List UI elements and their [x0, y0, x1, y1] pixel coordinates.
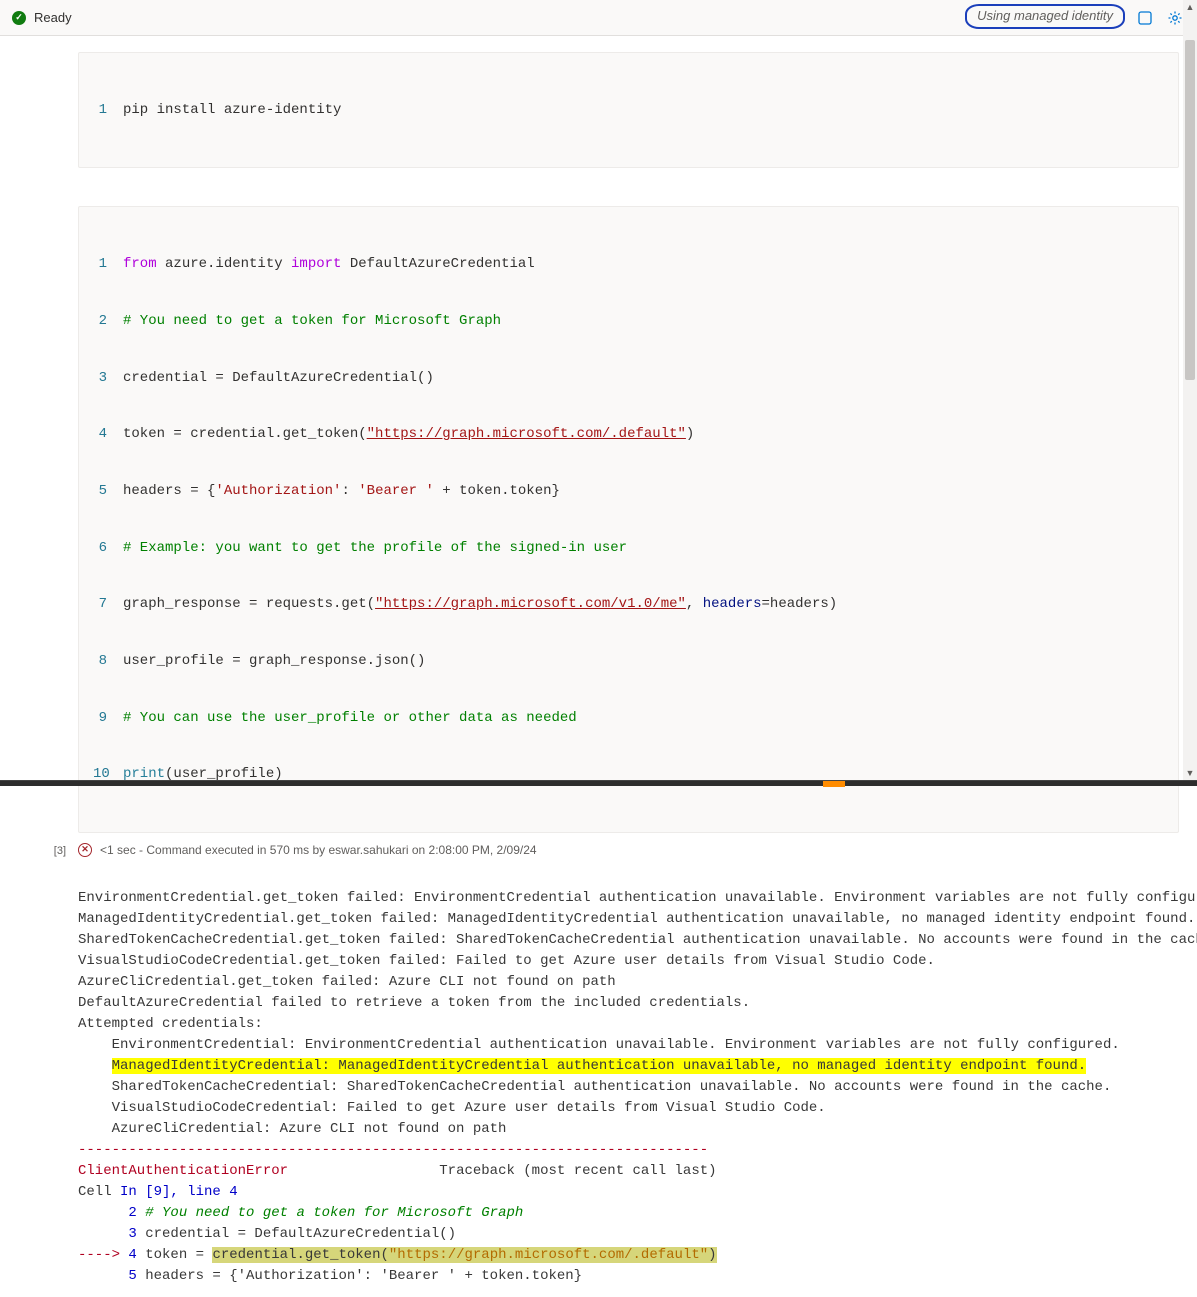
- code-text: # You need to get a token for Microsoft …: [123, 312, 1164, 331]
- gear-icon[interactable]: [1165, 8, 1185, 28]
- line-number: 1: [93, 255, 123, 274]
- traceback-header: ClientAuthenticationError Traceback (mos…: [78, 1163, 717, 1179]
- traceback-line: 2 # You need to get a token for Microsof…: [78, 1205, 523, 1221]
- output-line: VisualStudioCodeCredential: Failed to ge…: [78, 1100, 826, 1116]
- line-number: 6: [93, 539, 123, 558]
- line-number: 7: [93, 595, 123, 614]
- toolbar: Ready Using managed identity: [0, 0, 1197, 36]
- code-text: credential = DefaultAzureCredential(): [123, 369, 1164, 388]
- output-line: ManagedIdentityCredential: ManagedIdenti…: [78, 1058, 1086, 1074]
- vertical-scrollbar[interactable]: ▲ ▼: [1183, 0, 1197, 786]
- traceback-current-line: ----> 4 token = credential.get_token("ht…: [78, 1247, 717, 1263]
- output-line: DefaultAzureCredential failed to retriev…: [78, 995, 750, 1011]
- code-text: pip install azure-identity: [123, 101, 1164, 120]
- line-number: 4: [93, 425, 123, 444]
- cell-gutter: [0, 52, 78, 168]
- code-text: # You can use the user_profile or other …: [123, 709, 1164, 728]
- cell-gutter: [0, 206, 78, 833]
- traceback-line: 5 headers = {'Authorization': 'Bearer ' …: [78, 1268, 582, 1284]
- scroll-down-icon[interactable]: ▼: [1183, 766, 1197, 780]
- line-number: 1: [93, 101, 123, 120]
- traceback-cell-ref: Cell In [9], line 4: [78, 1184, 238, 1200]
- identity-label: Using managed identity: [965, 4, 1125, 29]
- code-text: # Example: you want to get the profile o…: [123, 539, 1164, 558]
- code-editor[interactable]: 1from azure.identity import DefaultAzure…: [78, 206, 1179, 833]
- scroll-up-icon[interactable]: ▲: [1183, 0, 1197, 14]
- code-text: user_profile = graph_response.json(): [123, 652, 1164, 671]
- output-line: SharedTokenCacheCredential.get_token fai…: [78, 932, 1197, 948]
- cell-status-row: [3] ✕ <1 sec - Command executed in 570 m…: [0, 839, 1197, 863]
- exec-status-text: <1 sec - Command executed in 570 ms by e…: [100, 843, 537, 857]
- line-number: 9: [93, 709, 123, 728]
- line-number: 3: [93, 369, 123, 388]
- code-text: from azure.identity import DefaultAzureC…: [123, 255, 1164, 274]
- output-line: AzureCliCredential.get_token failed: Azu…: [78, 974, 616, 990]
- code-cell[interactable]: 1pip install azure-identity: [0, 46, 1197, 174]
- status-text: Ready: [34, 10, 72, 25]
- output-line: SharedTokenCacheCredential: SharedTokenC…: [78, 1079, 1111, 1095]
- status-success-icon: [12, 11, 26, 25]
- line-number: 2: [93, 312, 123, 331]
- notebook: 1pip install azure-identity 1from azure.…: [0, 36, 1197, 1297]
- bottom-bar: [0, 780, 1197, 786]
- output-line: AzureCliCredential: Azure CLI not found …: [78, 1121, 506, 1137]
- output-line: Attempted credentials:: [78, 1016, 263, 1032]
- error-icon: ✕: [78, 843, 92, 857]
- execution-count: [3]: [54, 845, 66, 857]
- cell-gutter: [3]: [0, 843, 78, 857]
- output-line: VisualStudioCodeCredential.get_token fai…: [78, 953, 935, 969]
- code-cell[interactable]: 1from azure.identity import DefaultAzure…: [0, 200, 1197, 839]
- output-line: ManagedIdentityCredential.get_token fail…: [78, 911, 1195, 927]
- toolbar-right: Using managed identity: [965, 5, 1185, 30]
- stop-icon[interactable]: [1135, 8, 1155, 28]
- cell-output: EnvironmentCredential.get_token failed: …: [0, 863, 1197, 1297]
- code-editor[interactable]: 1pip install azure-identity: [78, 52, 1179, 168]
- output-line: EnvironmentCredential: EnvironmentCreden…: [78, 1037, 1120, 1053]
- output-line: EnvironmentCredential.get_token failed: …: [78, 890, 1197, 906]
- line-number: 8: [93, 652, 123, 671]
- code-text: token = credential.get_token("https://gr…: [123, 425, 1164, 444]
- code-text: headers = {'Authorization': 'Bearer ' + …: [123, 482, 1164, 501]
- traceback-line: 3 credential = DefaultAzureCredential(): [78, 1226, 456, 1242]
- scrollbar-thumb[interactable]: [1185, 40, 1195, 380]
- line-number: 5: [93, 482, 123, 501]
- code-text: graph_response = requests.get("https://g…: [123, 595, 1164, 614]
- traceback-separator: ----------------------------------------…: [78, 1142, 708, 1158]
